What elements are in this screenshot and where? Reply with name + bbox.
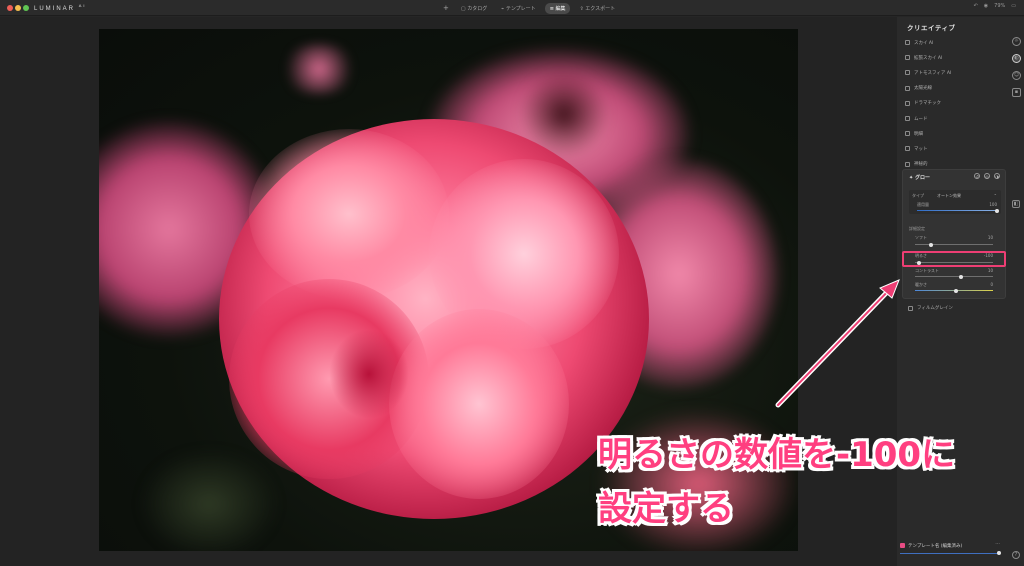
- zoom-level[interactable]: 79%: [994, 3, 1005, 9]
- soft-value: 10: [987, 235, 993, 240]
- template-amount-slider[interactable]: [900, 553, 998, 554]
- template-bar: テンプレート名 (編集済み) ···: [900, 540, 1012, 560]
- tool-mood[interactable]: ムード: [905, 111, 1009, 126]
- augmented-sky-icon: [905, 55, 910, 61]
- template-amount-handle[interactable]: [997, 551, 1001, 555]
- glow-tool-actions: ↺ ◎ ◑: [974, 173, 1000, 179]
- warmth-slider-handle[interactable]: [954, 288, 958, 293]
- type-select[interactable]: オートン効果: [937, 193, 961, 199]
- layout-icon[interactable]: ▭: [1011, 3, 1016, 9]
- panel-title: クリエイティブ: [907, 24, 956, 32]
- creative-icon[interactable]: ◐: [1012, 54, 1021, 63]
- contrast-slider[interactable]: [915, 276, 993, 277]
- help-icon[interactable]: ?: [1012, 551, 1020, 559]
- sunrays-icon: [905, 85, 910, 91]
- glow-basic-section: タイプ オートン効果 ⌃ 適用量 100: [909, 190, 1001, 214]
- close-window-button[interactable]: [7, 5, 13, 11]
- annotation-line-1: 明るさの数値を-100に: [598, 435, 956, 475]
- film-grain-icon: [908, 305, 913, 311]
- undo-icon[interactable]: ↶: [974, 3, 978, 9]
- sky-icon: [905, 40, 910, 46]
- tool-dramatic[interactable]: ドラマチック: [905, 96, 1009, 111]
- eye-icon[interactable]: ◉: [984, 3, 988, 9]
- essentials-icon[interactable]: ☼: [1012, 37, 1021, 46]
- amount-value: 100: [989, 202, 997, 207]
- tab-export[interactable]: ⇪ エクスポート: [574, 3, 620, 14]
- contrast-label: コントラスト: [915, 268, 939, 273]
- glow-title[interactable]: ✦ グロー: [909, 174, 930, 181]
- tool-sky[interactable]: スカイ AI: [905, 35, 1009, 50]
- tool-film-grain[interactable]: フィルムグレイン: [908, 305, 953, 311]
- details-icon: [905, 131, 910, 137]
- maximize-window-button[interactable]: [23, 5, 29, 11]
- advanced-label: 詳細設定: [909, 226, 925, 231]
- soft-slider-handle[interactable]: [929, 242, 933, 247]
- pro-icon[interactable]: ▪: [1012, 88, 1021, 97]
- tool-sunrays[interactable]: 太陽光線: [905, 81, 1009, 96]
- tool-matte[interactable]: マット: [905, 141, 1009, 156]
- soft-slider[interactable]: [915, 244, 993, 245]
- add-button[interactable]: +: [440, 4, 452, 12]
- mask-icon[interactable]: ◎: [984, 173, 990, 179]
- tool-atmosphere[interactable]: アトモスフィア AI: [905, 65, 1009, 80]
- main-nav: + ▢ カタログ ⌁ テンプレート ≡ 編集 ⇪ エクスポート: [440, 2, 620, 14]
- minimize-window-button[interactable]: [15, 5, 21, 11]
- tab-templates[interactable]: ⌁ テンプレート: [496, 3, 540, 14]
- app-logo: LUMINAR AI: [34, 3, 87, 12]
- panel-switcher: ☼ ◐ ☺ ▪: [1012, 37, 1021, 97]
- portrait-icon[interactable]: ☺: [1012, 71, 1021, 80]
- tool-list: スカイ AI 拡張スカイ AI アトモスフィア AI 太陽光線 ドラマチック ム…: [905, 35, 1009, 172]
- glow-tool-panel: ✦ グロー ↺ ◎ ◑ タイプ オートン効果 ⌃ 適用量 100 詳細設定 ソフ…: [902, 169, 1006, 299]
- annotation-caption: 明るさの数値を-100に 設定する: [598, 428, 955, 536]
- warmth-label: 暖かさ: [915, 282, 927, 287]
- template-name[interactable]: テンプレート名 (編集済み): [908, 543, 962, 549]
- dramatic-icon: [905, 100, 910, 106]
- tab-catalog[interactable]: ▢ カタログ: [456, 3, 492, 14]
- tab-edit[interactable]: ≡ 編集: [544, 2, 571, 14]
- warmth-value: 0: [990, 282, 993, 287]
- amount-label: 適用量: [917, 202, 929, 207]
- title-bar: LUMINAR AI + ▢ カタログ ⌁ テンプレート ≡ 編集 ⇪ エクスポ…: [0, 0, 1024, 16]
- type-chevron-icon[interactable]: ⌃: [994, 193, 997, 198]
- atmosphere-icon: [905, 70, 910, 76]
- soft-label: ソフト: [915, 235, 927, 240]
- amount-slider[interactable]: [917, 210, 997, 211]
- tool-augmented-sky[interactable]: 拡張スカイ AI: [905, 50, 1009, 65]
- template-icon: [900, 543, 905, 548]
- matte-icon: [905, 146, 910, 152]
- history-icon[interactable]: ◧: [1012, 200, 1020, 208]
- contrast-slider-handle[interactable]: [959, 274, 963, 279]
- mystical-icon: [905, 161, 910, 167]
- annotation-line-2: 設定する: [598, 489, 734, 529]
- reset-icon[interactable]: ↺: [974, 173, 980, 179]
- more-icon[interactable]: ···: [995, 541, 1000, 547]
- mood-icon: [905, 116, 910, 122]
- brightness-highlight-box: [902, 251, 1006, 267]
- toggle-icon[interactable]: ◑: [994, 173, 1000, 179]
- amount-slider-handle[interactable]: [995, 208, 999, 213]
- contrast-value: 10: [987, 268, 993, 273]
- top-right-controls: ↶ ◉ 79% ▭: [974, 3, 1016, 9]
- type-label: タイプ: [912, 193, 924, 198]
- tool-details[interactable]: 明細: [905, 126, 1009, 141]
